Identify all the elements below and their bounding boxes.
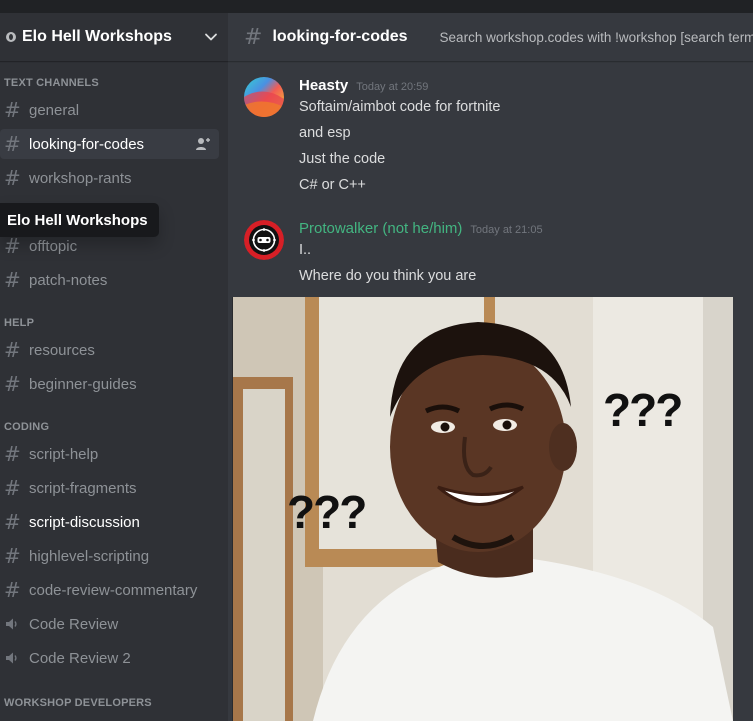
hash-icon: # [4, 510, 21, 534]
speaker-icon [4, 616, 29, 632]
hash-icon: # [4, 132, 21, 156]
timestamp: Today at 21:05 [470, 224, 543, 236]
hash-icon: # [4, 544, 21, 568]
voice-channel-code-review[interactable]: Code Review [0, 609, 219, 639]
channel-label: Code Review [29, 615, 119, 633]
meme-image-attachment[interactable]: ??? ??? [232, 297, 733, 721]
channel-label: script-discussion [29, 513, 140, 531]
channel-label: workshop-rants [29, 169, 132, 187]
channel-general[interactable]: # general [0, 95, 219, 125]
message-group: Protowalker (not he/him) Today at 21:05 I… [244, 220, 724, 290]
hash-icon: # [4, 338, 21, 362]
channel-label: script-help [29, 445, 99, 463]
server-name-tooltip: Elo Hell Workshops [0, 203, 159, 237]
hash-icon: # [4, 98, 21, 122]
server-header[interactable]: Elo Hell Workshops [0, 13, 228, 61]
channel-header: # looking-for-codes Search workshop.code… [228, 13, 753, 61]
hash-icon: # [4, 442, 21, 466]
category-text-channels[interactable]: TEXT CHANNELS [0, 75, 228, 91]
question-marks-right: ??? [603, 384, 683, 436]
hash-icon: # [4, 578, 21, 602]
hash-icon: # [4, 476, 21, 500]
question-marks-left: ??? [287, 486, 367, 538]
message-header: Heasty Today at 20:59 [299, 77, 428, 95]
server-badge-icon [6, 32, 16, 42]
channel-label: resources [29, 341, 95, 359]
add-member-icon[interactable] [195, 136, 211, 152]
channel-script-help[interactable]: # script-help [0, 439, 219, 469]
message-group: Heasty Today at 20:59 Softaim/aimbot code… [244, 77, 724, 193]
author-name[interactable]: Protowalker (not he/him) [299, 220, 462, 237]
chat-area: # looking-for-codes Search workshop.code… [228, 13, 753, 721]
channel-beginner-guides[interactable]: # beginner-guides [0, 369, 219, 399]
category-workshop-developers[interactable]: WORKSHOP DEVELOPERS [0, 695, 228, 711]
window-titlebar [0, 0, 753, 13]
channel-script-fragments[interactable]: # script-fragments [0, 473, 219, 503]
channel-label: script-fragments [29, 479, 137, 497]
channel-label: highlevel-scripting [29, 547, 150, 565]
channel-label: general [29, 101, 80, 119]
server-name: Elo Hell Workshops [22, 28, 172, 45]
channel-sidebar: Elo Hell Workshops TEXT CHANNELS # genera… [0, 13, 228, 721]
hash-icon: # [4, 268, 21, 292]
channel-title: looking-for-codes [272, 28, 408, 45]
message-line: Just the code [299, 151, 386, 167]
category-help[interactable]: HELP [0, 315, 228, 331]
hash-icon: # [4, 372, 21, 396]
channel-topic[interactable]: Search workshop.codes with !workshop [se… [440, 30, 753, 45]
hash-icon: # [244, 24, 263, 50]
message-line: and esp [299, 125, 351, 141]
channel-workshop-rants[interactable]: # workshop-rants [0, 163, 219, 193]
author-name[interactable]: Heasty [299, 77, 348, 94]
message-line: I.. [299, 242, 312, 258]
channel-label: offtopic [29, 237, 78, 255]
channel-resources[interactable]: # resources [0, 335, 219, 365]
voice-channel-code-review-2[interactable]: Code Review 2 [0, 643, 219, 673]
channel-label: beginner-guides [29, 375, 137, 393]
message-line: C# or C++ [299, 177, 366, 193]
hash-icon: # [4, 234, 21, 258]
channel-label: Code Review 2 [29, 649, 131, 667]
channel-highlevel-scripting[interactable]: # highlevel-scripting [0, 541, 219, 571]
hash-icon: # [4, 166, 21, 190]
timestamp: Today at 20:59 [356, 81, 429, 93]
channel-script-discussion[interactable]: # script-discussion [0, 507, 219, 537]
channel-label: patch-notes [29, 271, 108, 289]
channel-looking-for-codes[interactable]: # looking-for-codes [0, 129, 219, 159]
channel-patch-notes[interactable]: # patch-notes [0, 265, 219, 295]
avatar[interactable] [244, 220, 284, 260]
category-coding[interactable]: CODING [0, 419, 228, 435]
message-header: Protowalker (not he/him) Today at 21:05 [299, 220, 543, 238]
channel-label: looking-for-codes [29, 135, 145, 153]
speaker-icon [4, 650, 29, 666]
message-line: Softaim/aimbot code for fortnite [299, 99, 501, 115]
channel-label: code-review-commentary [29, 581, 198, 599]
avatar[interactable] [244, 77, 284, 117]
channel-code-review-commentary[interactable]: # code-review-commentary [0, 575, 219, 605]
chevron-down-icon[interactable] [202, 28, 220, 46]
message-line: Where do you think you are [299, 268, 477, 284]
